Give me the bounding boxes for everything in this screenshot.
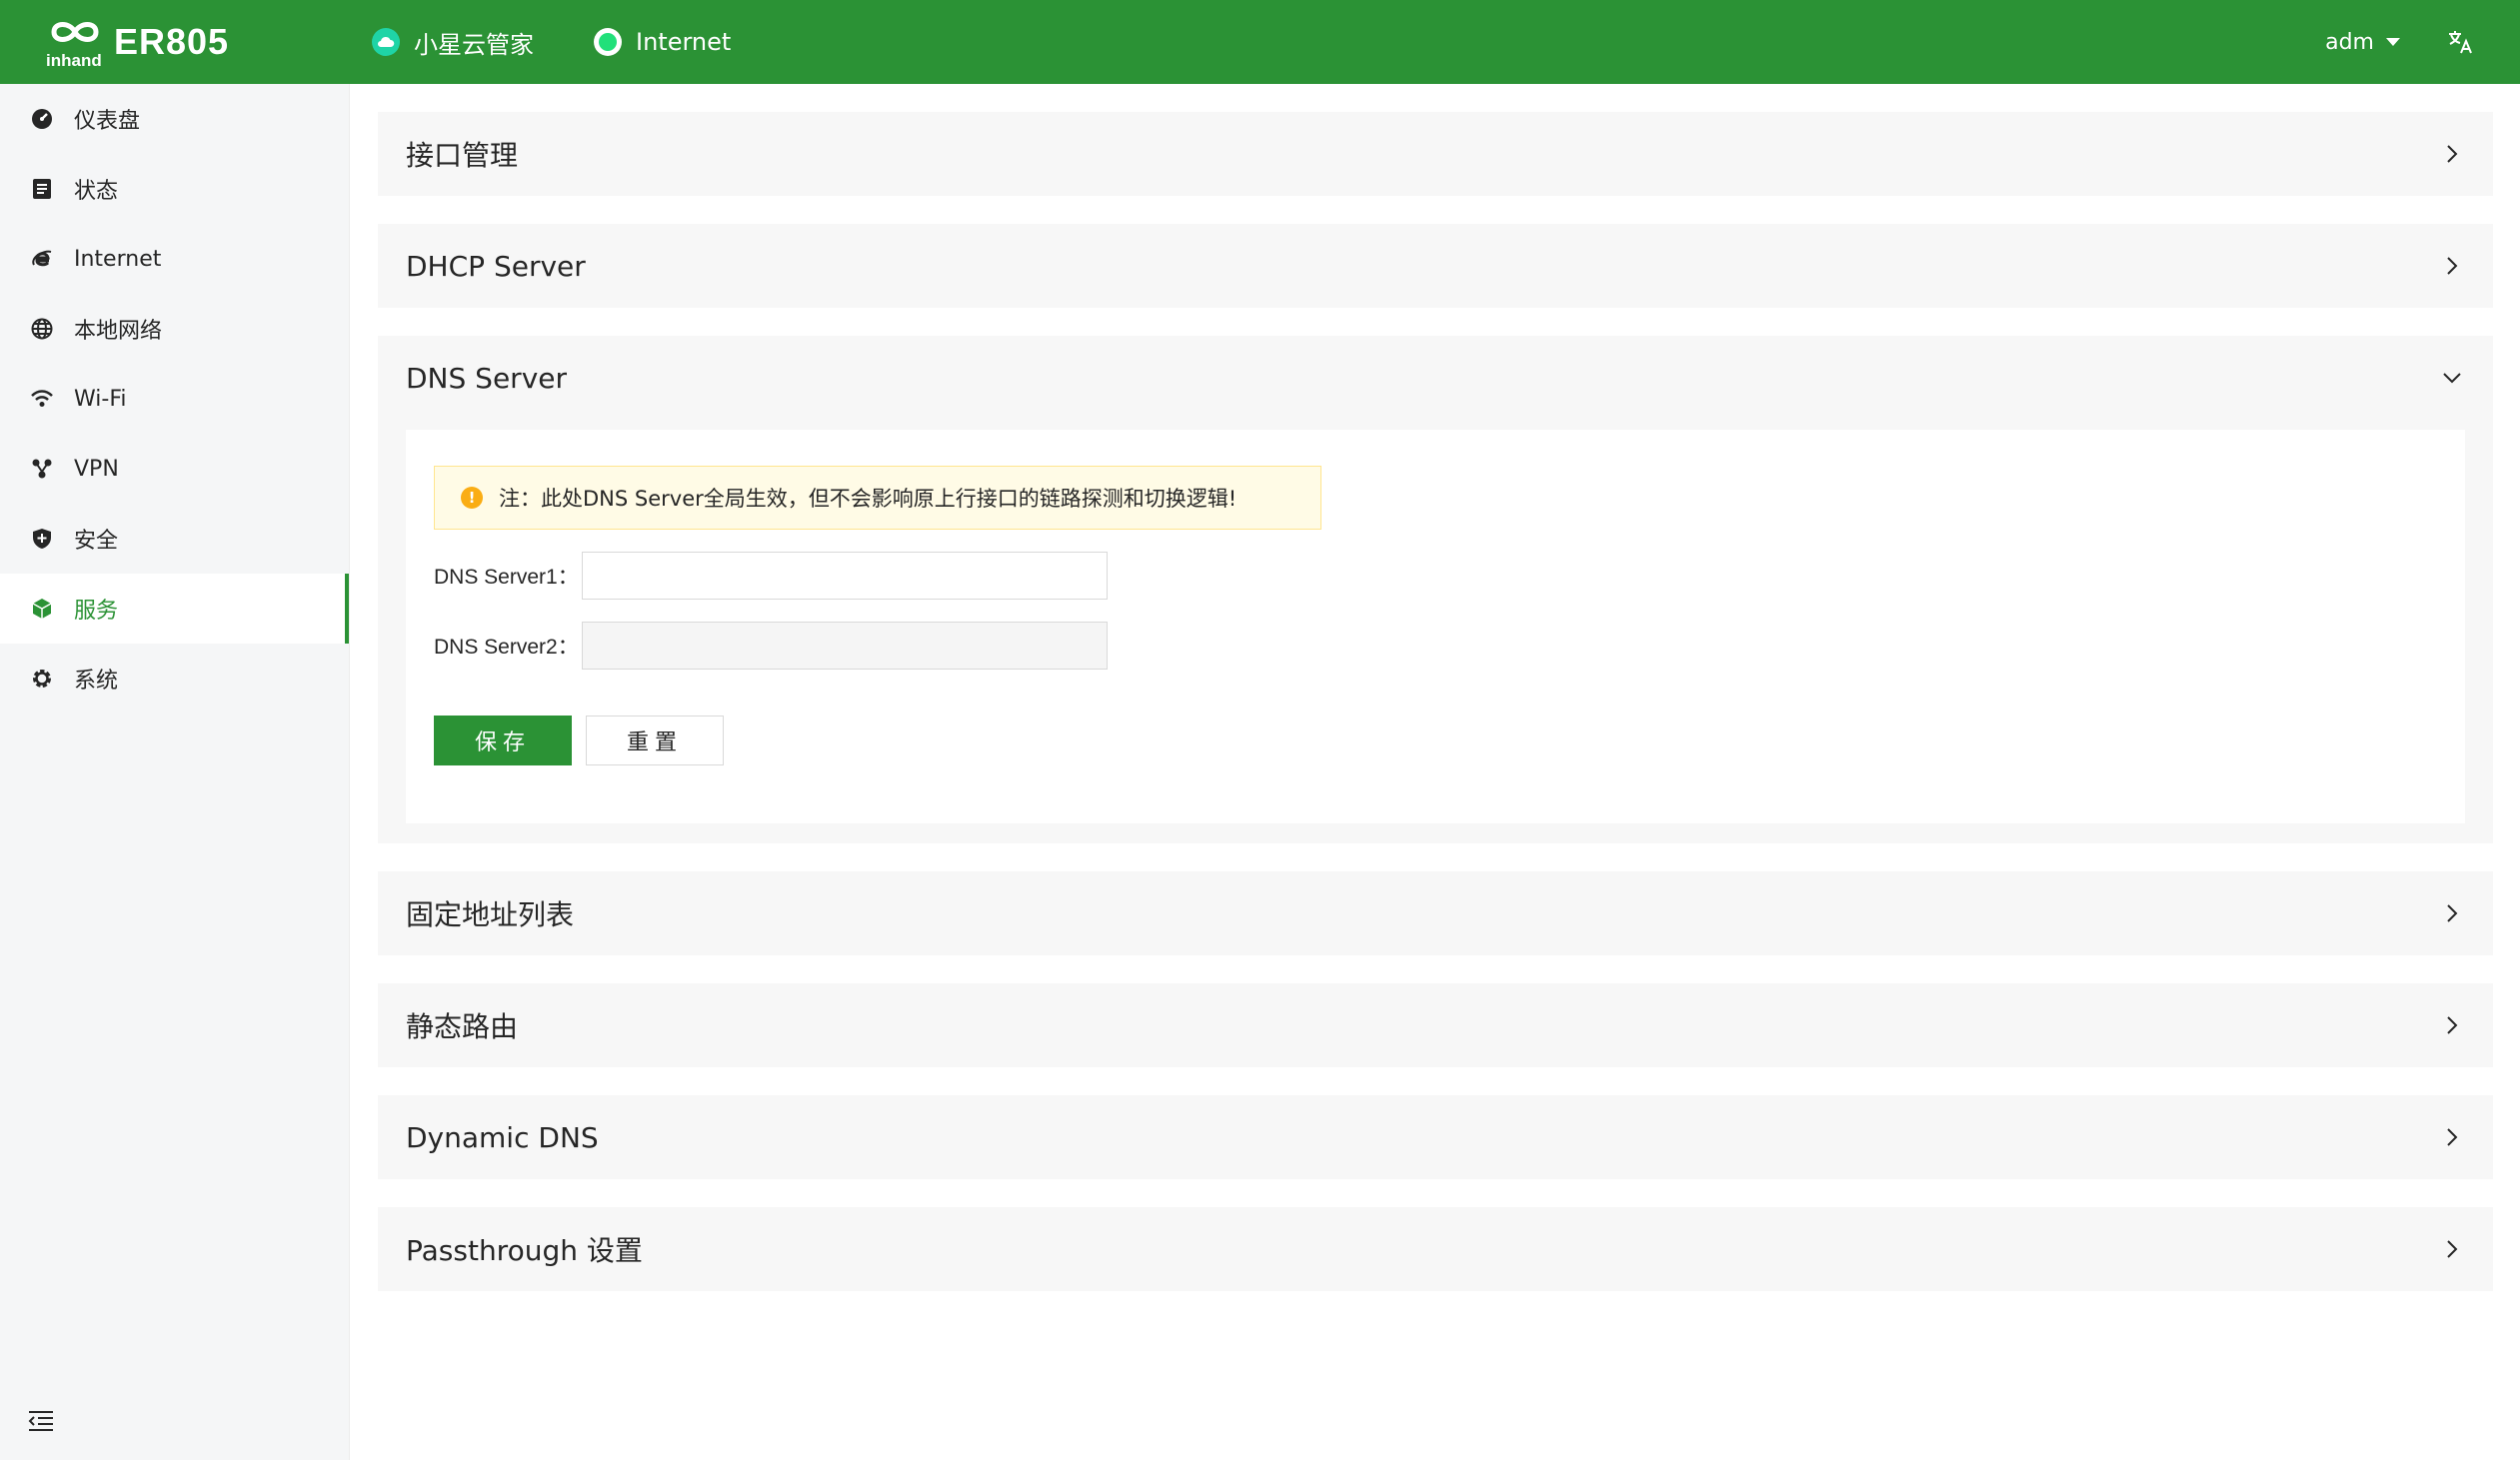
vpn-icon bbox=[30, 457, 54, 481]
status-icon bbox=[30, 177, 54, 201]
chevron-right-icon bbox=[2447, 1128, 2458, 1146]
sidebar-item-label: Wi-Fi bbox=[74, 386, 127, 412]
panel-passthrough-settings: Passthrough 设置 bbox=[378, 1207, 2493, 1291]
brand-logo[interactable]: inhand ER805 bbox=[44, 14, 229, 70]
dashboard-icon bbox=[30, 107, 54, 131]
sidebar-item-label: 安全 bbox=[74, 529, 119, 554]
cloud-icon bbox=[372, 28, 400, 56]
sidebar-item-label: 本地网络 bbox=[74, 319, 163, 344]
sidebar-item-security[interactable]: 安全 bbox=[0, 504, 349, 574]
cloud-status[interactable]: 小星云管家 bbox=[372, 0, 534, 84]
panel-header-dhcp-server[interactable]: DHCP Server bbox=[378, 224, 2493, 308]
panel-static-route: 静态路由 bbox=[378, 983, 2493, 1067]
user-name: adm bbox=[2325, 29, 2374, 55]
panel-header-passthrough-settings[interactable]: Passthrough 设置 bbox=[378, 1207, 2493, 1291]
shield-icon bbox=[30, 527, 54, 551]
sidebar: 仪表盘 状态 Internet 本地网络 Wi-Fi VPN 安全 服务 系统 bbox=[0, 84, 350, 1460]
dns-notice-text: 注：此处DNS Server全局生效，但不会影响原上行接口的链路探测和切换逻辑! bbox=[499, 487, 1238, 511]
panel-title: Passthrough 设置 bbox=[406, 1234, 643, 1267]
chevron-down-icon bbox=[2443, 373, 2461, 384]
panel-dynamic-dns: Dynamic DNS bbox=[378, 1095, 2493, 1179]
chevron-right-icon bbox=[2447, 257, 2458, 275]
chevron-right-icon bbox=[2447, 1240, 2458, 1258]
user-menu[interactable]: adm bbox=[2325, 30, 2400, 55]
globe-icon bbox=[30, 317, 54, 341]
chevron-right-icon bbox=[2447, 904, 2458, 922]
warning-icon: ! bbox=[461, 487, 483, 509]
panel-title: DHCP Server bbox=[406, 249, 586, 283]
panel-header-fixed-address-list[interactable]: 固定地址列表 bbox=[378, 871, 2493, 955]
internet-status-label: Internet bbox=[636, 28, 732, 56]
panel-fixed-address-list: 固定地址列表 bbox=[378, 871, 2493, 955]
sidebar-item-label: 系统 bbox=[74, 669, 119, 694]
sidebar-item-internet[interactable]: Internet bbox=[0, 224, 349, 294]
panel-header-interface-management[interactable]: 接口管理 bbox=[378, 112, 2493, 196]
chevron-right-icon bbox=[2447, 145, 2458, 163]
dns-form-actions: 保存 重置 bbox=[434, 716, 2437, 765]
wifi-icon bbox=[30, 387, 54, 411]
panel-header-dynamic-dns[interactable]: Dynamic DNS bbox=[378, 1095, 2493, 1179]
panel-interface-management: 接口管理 bbox=[378, 112, 2493, 196]
dns-notice-alert: ! 注：此处DNS Server全局生效，但不会影响原上行接口的链路探测和切换逻… bbox=[434, 466, 1321, 530]
reset-button[interactable]: 重置 bbox=[586, 716, 724, 765]
top-bar: inhand ER805 小星云管家 Internet adm bbox=[0, 0, 2520, 84]
panel-title: Dynamic DNS bbox=[406, 1120, 599, 1154]
dns-server1-label: DNS Server1： bbox=[434, 566, 579, 589]
translate-icon[interactable] bbox=[2446, 28, 2474, 56]
panel-header-dns-server[interactable]: DNS Server bbox=[378, 336, 2493, 420]
sidebar-item-services[interactable]: 服务 bbox=[0, 574, 349, 644]
dns-server2-label: DNS Server2： bbox=[434, 636, 579, 659]
panel-title: 静态路由 bbox=[406, 1010, 519, 1043]
dns-server-form: ! 注：此处DNS Server全局生效，但不会影响原上行接口的链路探测和切换逻… bbox=[406, 430, 2465, 823]
sidebar-item-label: 服务 bbox=[74, 599, 119, 624]
services-content: 接口管理 DHCP Server DNS Server ! 注：此处DNS Se… bbox=[378, 112, 2493, 1319]
gear-icon bbox=[30, 667, 54, 691]
internet-icon bbox=[30, 247, 54, 271]
sidebar-item-wifi[interactable]: Wi-Fi bbox=[0, 364, 349, 434]
internet-status[interactable]: Internet bbox=[594, 0, 731, 84]
sidebar-item-system[interactable]: 系统 bbox=[0, 644, 349, 714]
sidebar-item-local-network[interactable]: 本地网络 bbox=[0, 294, 349, 364]
panel-title: 固定地址列表 bbox=[406, 898, 575, 931]
sidebar-item-label: 状态 bbox=[74, 179, 119, 204]
cloud-status-label: 小星云管家 bbox=[414, 30, 534, 59]
dns-server2-input[interactable] bbox=[582, 622, 1108, 670]
collapse-menu-icon[interactable] bbox=[26, 1406, 56, 1436]
panel-header-static-route[interactable]: 静态路由 bbox=[378, 983, 2493, 1067]
sidebar-item-dashboard[interactable]: 仪表盘 bbox=[0, 84, 349, 154]
svg-text:inhand: inhand bbox=[46, 51, 102, 70]
panel-dns-server: DNS Server ! 注：此处DNS Server全局生效，但不会影响原上行… bbox=[378, 336, 2493, 843]
sidebar-item-status[interactable]: 状态 bbox=[0, 154, 349, 224]
product-name: ER805 bbox=[114, 21, 230, 62]
chevron-right-icon bbox=[2447, 1016, 2458, 1034]
sidebar-item-label: Internet bbox=[74, 246, 162, 272]
dns-server1-row: DNS Server1： bbox=[434, 552, 2437, 600]
internet-status-dot-icon bbox=[594, 28, 622, 56]
panel-dhcp-server: DHCP Server bbox=[378, 224, 2493, 308]
panel-title: DNS Server bbox=[406, 361, 567, 395]
sidebar-item-label: 仪表盘 bbox=[74, 109, 141, 134]
cube-icon bbox=[30, 597, 54, 621]
inhand-logo-icon: inhand bbox=[46, 22, 102, 70]
sidebar-item-vpn[interactable]: VPN bbox=[0, 434, 349, 504]
save-button[interactable]: 保存 bbox=[434, 716, 572, 765]
panel-title: 接口管理 bbox=[406, 139, 519, 172]
header-actions: adm bbox=[2325, 0, 2520, 84]
dns-server1-input[interactable] bbox=[582, 552, 1108, 600]
dns-server2-row: DNS Server2： bbox=[434, 622, 2437, 670]
sidebar-item-label: VPN bbox=[74, 456, 119, 482]
caret-down-icon bbox=[2386, 38, 2400, 46]
